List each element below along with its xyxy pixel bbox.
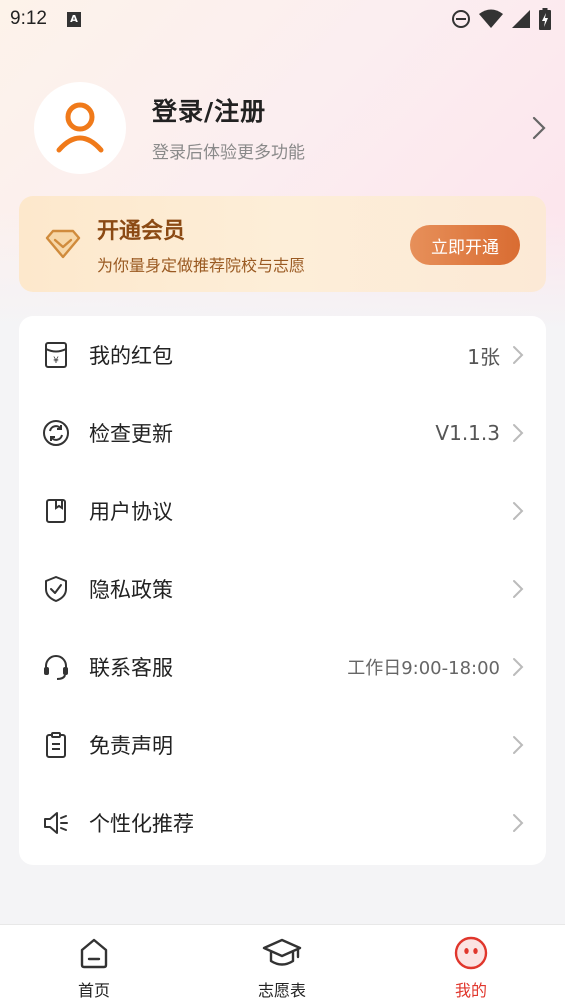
clipboard-icon	[41, 730, 71, 760]
home-icon	[78, 937, 110, 969]
status-icons	[451, 8, 551, 30]
headset-icon	[41, 652, 71, 682]
nav-label: 首页	[77, 981, 110, 1000]
activate-now-button[interactable]: 立即开通	[410, 225, 520, 265]
speaker-icon	[41, 808, 71, 838]
chevron-right-icon	[513, 346, 524, 364]
agreement-icon	[41, 496, 71, 526]
chevron-right-icon	[513, 736, 524, 754]
menu-value: V1.1.3	[435, 421, 500, 445]
vip-text: 开通会员 为你量身定做推荐院校与志愿	[97, 213, 305, 276]
red-packet-icon: ¥	[41, 340, 71, 370]
nav-home[interactable]: 首页	[34, 925, 154, 1004]
do-not-disturb-icon	[452, 10, 470, 28]
menu-item-customer-service[interactable]: 联系客服 工作日9:00-18:00	[19, 628, 546, 706]
login-profile-row[interactable]: 登录/注册 登录后体验更多功能	[34, 80, 554, 175]
user-avatar-icon	[56, 102, 104, 152]
signal-icon	[512, 10, 530, 28]
menu-label: 联系客服	[89, 656, 173, 680]
bottom-navigation: 首页 志愿表 我的	[0, 924, 565, 1004]
nav-label: 我的	[454, 981, 487, 1000]
menu-item-check-update[interactable]: 检查更新 V1.1.3	[19, 394, 546, 472]
chevron-right-icon	[513, 580, 524, 598]
nav-application-form[interactable]: 志愿表	[222, 925, 342, 1004]
menu-value: 工作日9:00-18:00	[347, 658, 500, 679]
chevron-right-icon	[513, 814, 524, 832]
vip-title: 开通会员	[97, 218, 186, 244]
battery-charging-icon	[539, 8, 551, 30]
avatar[interactable]	[34, 81, 126, 174]
menu-item-personalized-recommendation[interactable]: 个性化推荐	[19, 784, 546, 862]
menu-item-user-agreement[interactable]: 用户协议	[19, 472, 546, 550]
menu-value: 1张	[467, 344, 500, 369]
shield-check-icon	[41, 574, 71, 604]
profile-text: 登录/注册 登录后体验更多功能	[152, 92, 305, 163]
status-bar: 9:12 A	[0, 0, 565, 38]
login-register-title[interactable]: 登录/注册	[152, 92, 305, 128]
a-notification-icon: A	[66, 11, 81, 27]
graduation-cap-icon	[262, 937, 302, 969]
menu-label: 我的红包	[89, 344, 173, 368]
chevron-right-icon	[513, 658, 524, 676]
profile-face-icon	[454, 936, 488, 970]
svg-text:¥: ¥	[53, 356, 59, 366]
settings-menu: ¥ 我的红包 1张 检查更新 V1.1.3 用户协议 隐私政策 联系客服 工作日…	[19, 316, 546, 865]
menu-item-red-packet[interactable]: ¥ 我的红包 1张	[19, 316, 546, 394]
vip-subtitle: 为你量身定做推荐院校与志愿	[97, 255, 306, 275]
chevron-right-icon	[513, 424, 524, 442]
refresh-icon	[41, 418, 71, 448]
chevron-right-icon	[513, 502, 524, 520]
chevron-right-icon[interactable]	[532, 116, 546, 140]
menu-label: 免责声明	[89, 734, 173, 758]
menu-label: 用户协议	[89, 500, 173, 524]
menu-label: 隐私政策	[89, 578, 173, 602]
login-subtitle: 登录后体验更多功能	[152, 143, 305, 163]
menu-label: 检查更新	[89, 422, 173, 446]
diamond-icon	[45, 229, 81, 259]
vip-membership-card[interactable]: 开通会员 为你量身定做推荐院校与志愿 立即开通	[19, 196, 546, 292]
nav-mine[interactable]: 我的	[411, 925, 531, 1004]
menu-item-disclaimer[interactable]: 免责声明	[19, 706, 546, 784]
menu-item-privacy-policy[interactable]: 隐私政策	[19, 550, 546, 628]
wifi-icon	[479, 9, 503, 28]
menu-label: 个性化推荐	[89, 812, 194, 836]
nav-label: 志愿表	[257, 981, 306, 1000]
status-time: 9:12	[10, 8, 47, 29]
